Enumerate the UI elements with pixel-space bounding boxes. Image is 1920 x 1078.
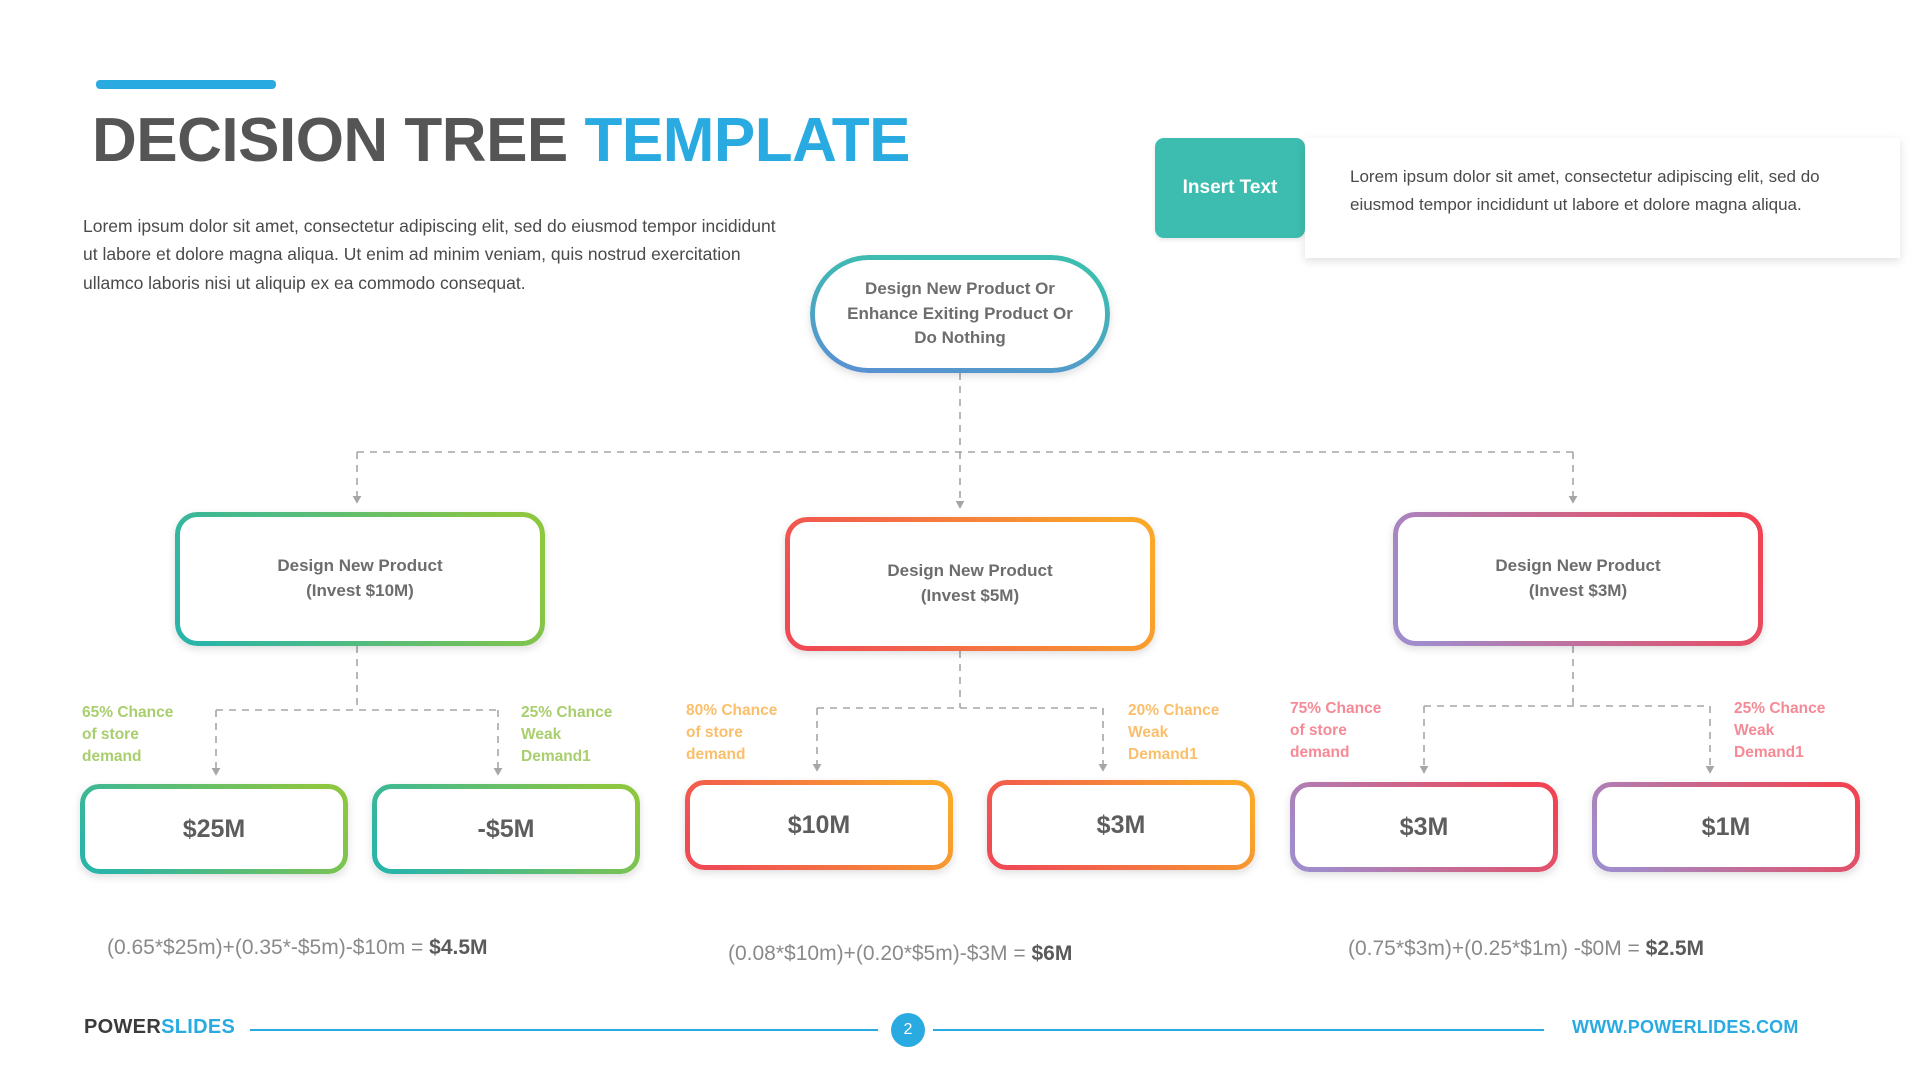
decision-node-1-label: Design New Product (Invest $10M) [263, 554, 456, 603]
outcome-node-branch-1-left[interactable]: $25M [80, 784, 348, 874]
chance-2-right-line-3: Demand1 [1128, 746, 1198, 763]
chance-1-right-line-1: 25% Chance [521, 704, 613, 721]
chance-label-branch-1-left: 65% Chance of store demand [82, 702, 192, 768]
chance-1-right-line-2: Weak [521, 726, 562, 743]
outcome-node-3-right-value: $1M [1701, 812, 1751, 841]
root-node-line-2: Enhance Exiting Product Or [847, 303, 1073, 323]
chance-label-branch-3-left: 75% Chance of store demand [1290, 698, 1400, 764]
formula-2-expression: (0.08*$10m)+(0.20*$5m)-$3M = [728, 942, 1032, 965]
chance-2-right-line-2: Weak [1128, 724, 1169, 741]
outcome-node-2-right-value: $3M [1096, 810, 1146, 839]
chance-2-left-line-1: 80% Chance [686, 702, 778, 719]
chance-2-left-line-2: of store [686, 724, 743, 741]
chance-label-branch-2-left: 80% Chance of store demand [686, 700, 796, 766]
chance-1-left-line-3: demand [82, 748, 142, 765]
chance-3-left-line-1: 75% Chance [1290, 700, 1382, 717]
decision-node-3-line-1: Design New Product [1495, 556, 1661, 576]
footer-divider-left [250, 1029, 878, 1031]
chance-3-right-line-1: 25% Chance [1734, 700, 1826, 717]
formula-branch-3: (0.75*$3m)+(0.25*$1m) -$0M = $2.5M [1348, 937, 1704, 961]
outcome-node-branch-3-left[interactable]: $3M [1290, 782, 1558, 872]
footer-brand-part-1: POWER [84, 1016, 162, 1038]
page-title-highlight: TEMPLATE [584, 106, 911, 175]
decision-node-2-line-2: (Invest $5M) [920, 586, 1020, 605]
formula-3-result: $2.5M [1645, 937, 1705, 960]
chance-2-left-line-3: demand [686, 746, 746, 763]
outcome-node-3-left-value: $3M [1399, 812, 1449, 841]
chance-3-left-line-2: of store [1290, 722, 1347, 739]
decision-node-2-line-1: Design New Product [887, 561, 1053, 581]
header-description-text: Lorem ipsum dolor sit amet, consectetur … [1350, 167, 1820, 215]
outcome-node-1-right-value: -$5M [477, 814, 535, 843]
decision-node-1-line-1: Design New Product [277, 556, 443, 576]
decision-node-1-line-2: (Invest $10M) [306, 581, 414, 600]
footer-brand-part-2: SLIDES [161, 1016, 236, 1038]
decision-node-branch-1[interactable]: Design New Product (Invest $10M) [175, 512, 545, 646]
formula-2-result: $6M [1031, 942, 1073, 965]
root-node-line-3: Do Nothing [914, 328, 1006, 348]
outcome-node-1-left-value: $25M [182, 814, 246, 843]
page-title-main: DECISION TREE [92, 106, 585, 175]
slide-canvas: DECISION TREE TEMPLATE Lorem ipsum dolor… [0, 0, 1920, 1078]
chance-label-branch-3-right: 25% Chance Weak Demand1 [1734, 698, 1844, 764]
decision-node-2-label: Design New Product (Invest $5M) [873, 559, 1066, 608]
page-subtitle: Lorem ipsum dolor sit amet, consectetur … [83, 216, 776, 293]
root-decision-node[interactable]: Design New Product Or Enhance Exiting Pr… [810, 255, 1110, 373]
outcome-node-branch-3-right[interactable]: $1M [1592, 782, 1860, 872]
footer-website-url[interactable]: WWW.POWERLIDES.COM [1572, 1017, 1799, 1038]
formula-branch-2: (0.08*$10m)+(0.20*$5m)-$3M = $6M [728, 942, 1072, 966]
root-node-label: Design New Product Or Enhance Exiting Pr… [833, 277, 1087, 351]
outcome-node-branch-2-right[interactable]: $3M [987, 780, 1255, 870]
title-accent-bar [96, 80, 276, 89]
decision-node-3-line-2: (Invest $3M) [1528, 581, 1628, 600]
page-number: 2 [903, 1021, 913, 1038]
chance-1-left-line-2: of store [82, 726, 139, 743]
outcome-node-2-left-value: $10M [787, 810, 851, 839]
chance-2-right-line-1: 20% Chance [1128, 702, 1220, 719]
footer-brand: POWERSLIDES [84, 1016, 235, 1039]
chance-label-branch-2-right: 20% Chance Weak Demand1 [1128, 700, 1238, 766]
formula-branch-1: (0.65*$25m)+(0.35*-$5m)-$10m = $4.5M [107, 936, 488, 960]
outcome-node-branch-2-left[interactable]: $10M [685, 780, 953, 870]
decision-node-branch-3[interactable]: Design New Product (Invest $3M) [1393, 512, 1763, 646]
chance-label-branch-1-right: 25% Chance Weak Demand1 [521, 702, 631, 768]
decision-node-3-label: Design New Product (Invest $3M) [1481, 554, 1674, 603]
decision-node-branch-2[interactable]: Design New Product (Invest $5M) [785, 517, 1155, 651]
chance-3-right-line-3: Demand1 [1734, 744, 1804, 761]
formula-1-result: $4.5M [429, 936, 488, 959]
chance-3-right-line-2: Weak [1734, 722, 1775, 739]
chance-1-left-line-1: 65% Chance [82, 704, 174, 721]
page-title: DECISION TREE TEMPLATE [92, 105, 911, 176]
formula-3-expression: (0.75*$3m)+(0.25*$1m) -$0M = [1348, 937, 1646, 960]
insert-text-button[interactable]: Insert Text [1155, 138, 1305, 238]
outcome-node-branch-1-right[interactable]: -$5M [372, 784, 640, 874]
root-node-line-1: Design New Product Or [865, 279, 1055, 299]
chance-3-left-line-3: demand [1290, 744, 1350, 761]
page-number-badge: 2 [891, 1013, 925, 1047]
formula-1-expression: (0.65*$25m)+(0.35*-$5m)-$10m = [107, 936, 430, 959]
header-description-panel: Lorem ipsum dolor sit amet, consectetur … [1305, 138, 1900, 258]
footer-divider-right [933, 1029, 1544, 1031]
insert-text-label: Insert Text [1182, 177, 1278, 198]
chance-1-right-line-3: Demand1 [521, 748, 591, 765]
